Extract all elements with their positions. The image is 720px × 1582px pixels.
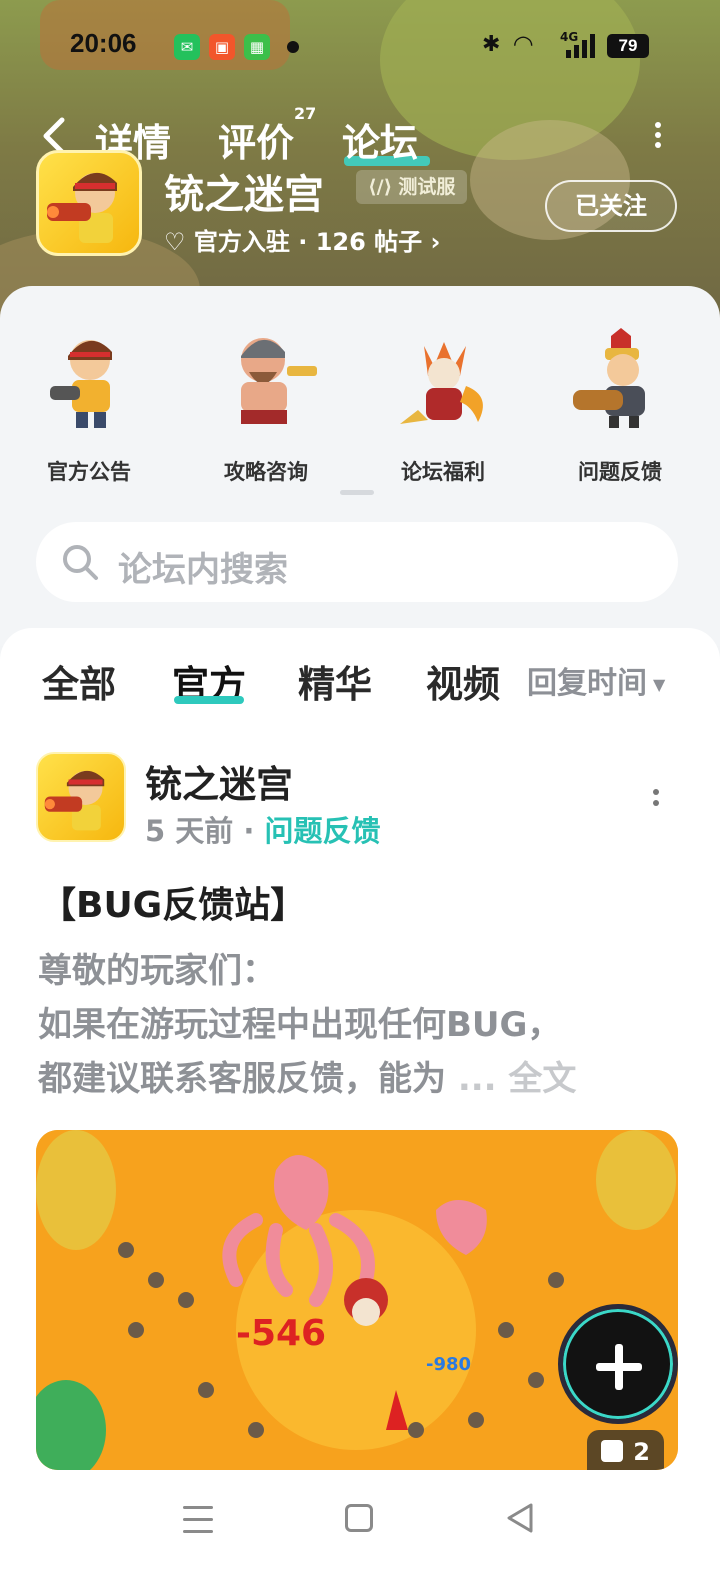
battery-indicator: 79: [607, 34, 649, 58]
image-icon: [601, 1440, 624, 1462]
notification-dot-icon: [287, 41, 299, 53]
post-body-line: 都建议联系客服反馈，能为 ... 全文: [38, 1059, 577, 1099]
feed-tab-video[interactable]: 视频: [426, 654, 500, 708]
post-category-link[interactable]: 问题反馈: [265, 814, 381, 848]
more-options-icon[interactable]: [652, 118, 664, 154]
damage-number-graphic: -980: [426, 1354, 471, 1375]
forum-meta-text: 官方入驻 · 126 帖子: [193, 228, 423, 256]
post-feed: 全部 官方 精华 视频 回复时间 ▼ 铳之迷宫 5 天前 · 问题反馈 【BUG反…: [0, 628, 720, 1582]
follow-button[interactable]: 已关注: [545, 180, 677, 232]
feed-tab-featured[interactable]: 精华: [298, 654, 372, 708]
category-official-announcement[interactable]: 官方公告: [14, 326, 164, 486]
post-body-line: 如果在游玩过程中出现任何BUG，: [38, 1005, 562, 1045]
character-demon-icon: [388, 326, 498, 436]
recent-apps-icon[interactable]: [183, 1506, 213, 1542]
ellipsis: ...: [446, 1059, 509, 1099]
category-label: 官方公告: [47, 460, 131, 484]
game-icon[interactable]: [36, 150, 142, 256]
signal-icon: [566, 34, 595, 58]
image-count: 2: [633, 1438, 650, 1466]
character-gunner-icon: [34, 326, 144, 436]
category-label: 问题反馈: [578, 460, 662, 484]
system-back-icon[interactable]: [505, 1502, 535, 1534]
create-post-button[interactable]: [558, 1304, 678, 1424]
category-issue-feedback[interactable]: 问题反馈: [545, 326, 695, 486]
forum-search-bar[interactable]: 论坛内搜索: [36, 522, 678, 602]
system-navigation-bar: [0, 1470, 720, 1582]
caret-down-icon: ▼: [653, 675, 666, 694]
home-icon[interactable]: [345, 1504, 373, 1532]
bluetooth-icon: ✱: [482, 32, 501, 57]
beta-tag: ⟨/⟩ 测试服: [356, 170, 468, 204]
category-forum-welfare[interactable]: 论坛福利: [368, 326, 518, 486]
plus-icon: [615, 1344, 623, 1390]
post-excerpt[interactable]: 尊敬的玩家们： 如果在游玩过程中出现任何BUG， 都建议联系客服反馈，能为 ..…: [38, 944, 678, 1106]
tab-forum[interactable]: 论坛: [342, 112, 418, 167]
wechat-icon: ✉: [174, 34, 200, 60]
search-placeholder: 论坛内搜索: [118, 550, 288, 590]
game-scene-illustration: -546 -980: [36, 1130, 678, 1470]
chevron-right-icon: ›: [430, 228, 441, 256]
review-count-badge: 27: [294, 104, 317, 123]
post-body-line: 尊敬的玩家们：: [38, 951, 276, 991]
category-label: 攻略咨询: [224, 460, 308, 484]
category-strategy-consult[interactable]: 攻略咨询: [191, 326, 341, 486]
post-more-options-icon[interactable]: [650, 786, 662, 816]
sort-label: 回复时间: [527, 666, 647, 701]
post-author-name[interactable]: 铳之迷宫: [145, 754, 293, 808]
character-warrior-icon: [211, 326, 321, 436]
wifi-icon: ◠: [514, 30, 533, 58]
code-icon: ⟨/⟩: [368, 176, 393, 198]
category-label: 论坛福利: [401, 460, 485, 484]
sort-dropdown[interactable]: 回复时间 ▼: [527, 658, 665, 702]
feed-tab-all[interactable]: 全部: [42, 654, 116, 708]
page-indicator: [340, 490, 374, 495]
game-title: 铳之迷宫: [164, 172, 324, 218]
app-notification-icon: ▦: [244, 34, 270, 60]
beta-tag-label: 测试服: [398, 176, 456, 198]
feed-active-tab-indicator: [174, 696, 244, 704]
damage-number-graphic: -546: [236, 1313, 326, 1354]
post-meta: 5 天前 · 问题反馈: [145, 808, 381, 850]
post-author-avatar[interactable]: [36, 752, 126, 842]
search-icon: [63, 545, 98, 580]
tab-reviews[interactable]: 评价: [218, 112, 294, 167]
meta-separator: ·: [243, 814, 255, 848]
status-bar: 20:06 ✉ ▣ ▦ ✱ ◠ 4G 79: [0, 28, 720, 68]
app-notification-icon: ▣: [209, 34, 235, 60]
post-image[interactable]: -546 -980 2: [36, 1130, 678, 1470]
post-title[interactable]: 【BUG反馈站】: [40, 876, 306, 928]
category-panel: 官方公告 攻略咨询 论坛福利 问题反馈 论坛内搜索: [0, 286, 720, 646]
heart-icon: ♡: [164, 228, 186, 256]
forum-meta-link[interactable]: ♡ 官方入驻 · 126 帖子 ›: [164, 222, 440, 257]
post-time: 5 天前: [145, 814, 234, 848]
character-cannoneer-icon: [565, 326, 675, 436]
image-count-badge: 2: [587, 1430, 664, 1470]
read-more-link[interactable]: 全文: [508, 1059, 576, 1099]
status-time: 20:06: [70, 28, 137, 58]
